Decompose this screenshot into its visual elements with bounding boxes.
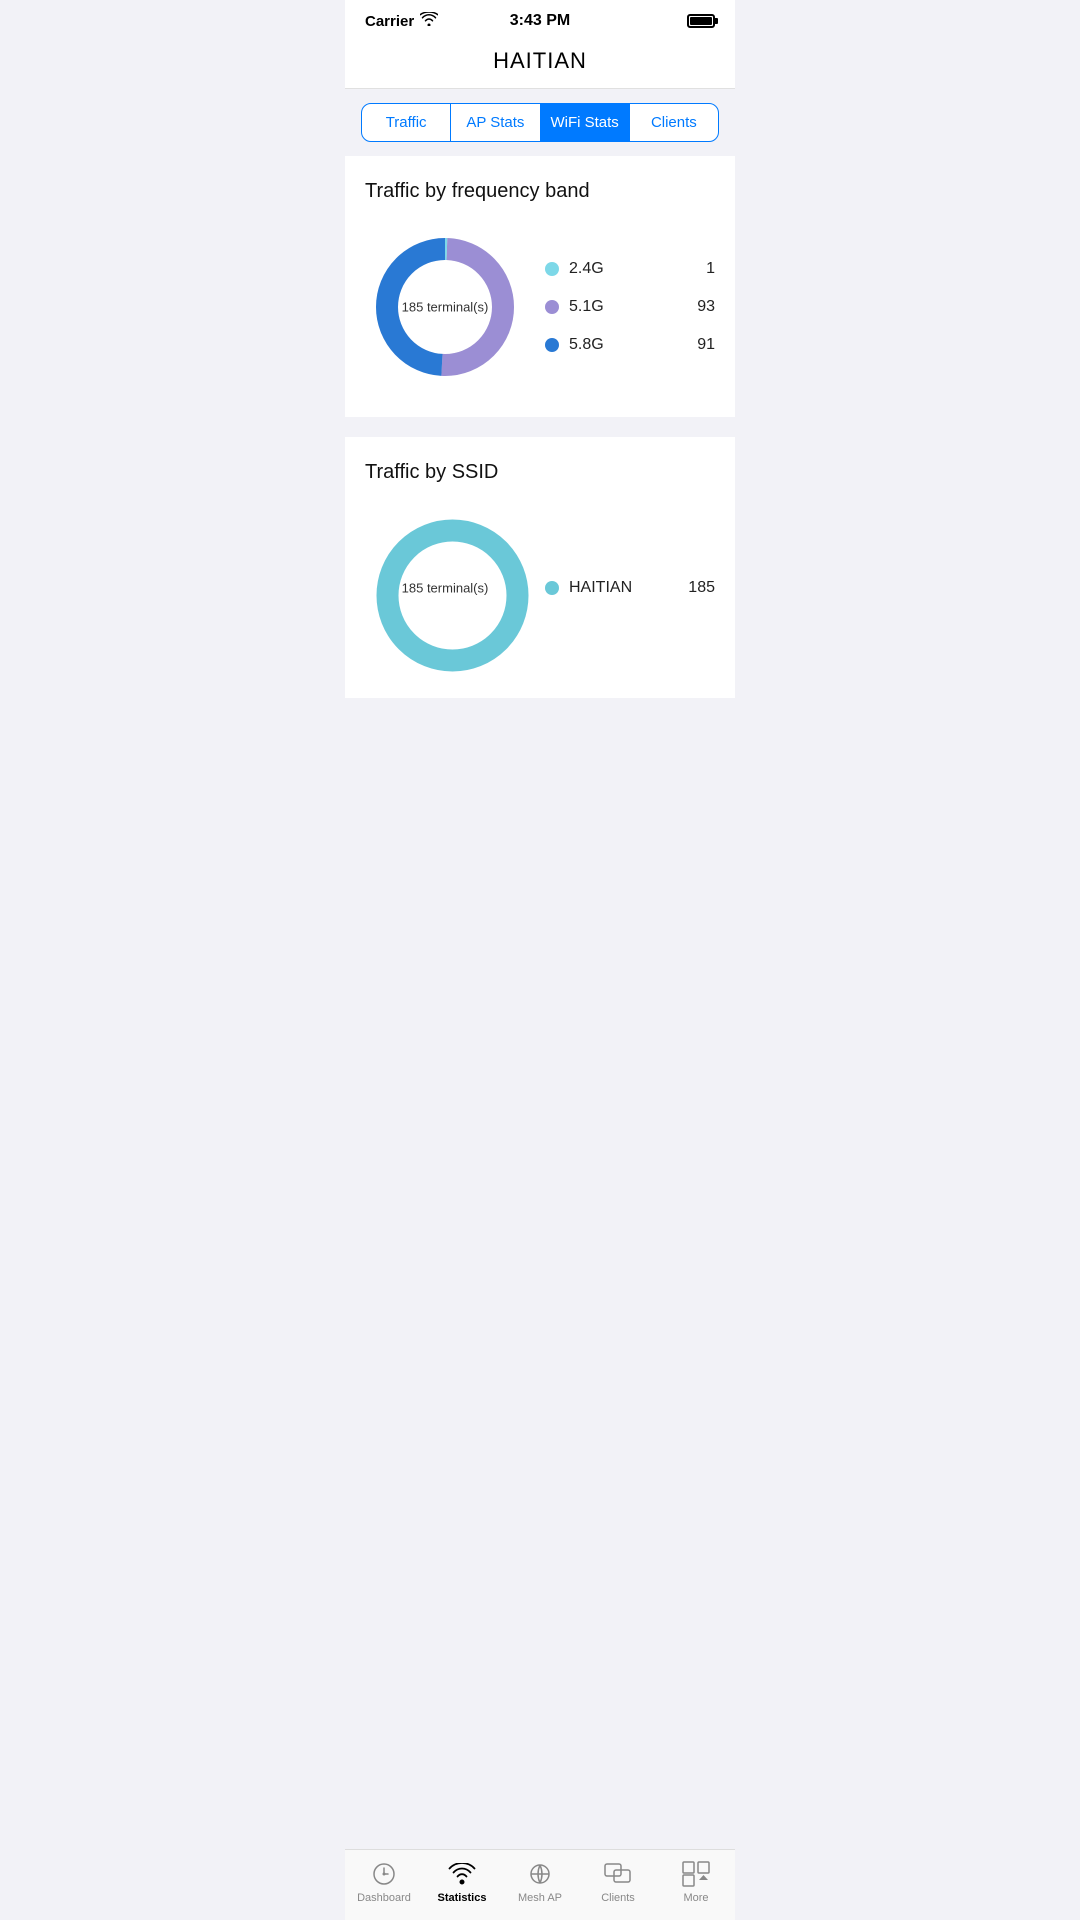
tab-bar: Traffic AP Stats WiFi Stats Clients (345, 89, 735, 156)
nav-clients[interactable]: Clients (588, 1860, 648, 1904)
nav-statistics-label: Statistics (438, 1892, 487, 1904)
statistics-icon (448, 1860, 476, 1888)
nav-statistics[interactable]: Statistics (432, 1860, 492, 1904)
battery-icon (687, 14, 715, 28)
section-divider (345, 427, 735, 437)
legend-item-58g: 5.8G 91 (545, 336, 715, 354)
nav-more-label: More (683, 1892, 708, 1904)
frequency-donut: 185 terminal(s) (365, 227, 525, 387)
tabs-container: Traffic AP Stats WiFi Stats Clients (361, 103, 719, 142)
tab-apstats[interactable]: AP Stats (451, 104, 540, 141)
status-bar: Carrier 3:43 PM (345, 0, 735, 38)
status-time: 3:43 PM (510, 12, 570, 30)
legend-label-58g: 5.8G (569, 336, 604, 354)
legend-dot-24g (545, 262, 559, 276)
legend-label-51g: 5.1G (569, 298, 604, 316)
legend-dot-58g (545, 338, 559, 352)
tab-wifistats[interactable]: WiFi Stats (541, 104, 630, 141)
legend-value-51g: 93 (697, 298, 715, 316)
legend-value-24g: 1 (706, 260, 715, 278)
legend-dot-haitian (545, 581, 559, 595)
nav-dashboard-label: Dashboard (357, 1892, 411, 1904)
frequency-center-label: 185 terminal(s) (402, 300, 489, 315)
nav-dashboard[interactable]: Dashboard (354, 1860, 414, 1904)
ssid-legend: HAITIAN 185 (545, 579, 715, 597)
clients-icon (604, 1860, 632, 1888)
legend-label-haitian: HAITIAN (569, 579, 632, 597)
ssid-center-label: 185 terminal(s) (402, 581, 489, 596)
page-header: HAITIAN (345, 38, 735, 89)
tab-traffic[interactable]: Traffic (362, 104, 451, 141)
legend-dot-51g (545, 300, 559, 314)
ssid-section: Traffic by SSID 185 terminal(s) HAITIAN … (345, 437, 735, 698)
meshap-icon (526, 1860, 554, 1888)
legend-item-24g: 2.4G 1 (545, 260, 715, 278)
legend-value-58g: 91 (697, 336, 715, 354)
legend-item-51g: 5.1G 93 (545, 298, 715, 316)
legend-value-haitian: 185 (688, 579, 715, 597)
more-icon (682, 1860, 710, 1888)
wifi-icon (420, 12, 438, 30)
frequency-title: Traffic by frequency band (365, 180, 715, 203)
nav-meshap-label: Mesh AP (518, 1892, 562, 1904)
carrier-wifi: Carrier (365, 12, 438, 30)
dashboard-icon (370, 1860, 398, 1888)
frequency-chart-container: 185 terminal(s) 2.4G 1 5.1G 93 (365, 227, 715, 387)
nav-more[interactable]: More (666, 1860, 726, 1904)
ssid-title: Traffic by SSID (365, 461, 715, 484)
frequency-section: Traffic by frequency band (345, 156, 735, 417)
legend-label-24g: 2.4G (569, 260, 604, 278)
ssid-chart-container: 185 terminal(s) HAITIAN 185 (365, 508, 715, 668)
bottom-nav: Dashboard Statistics Mesh AP (345, 1849, 735, 1920)
ssid-donut: 185 terminal(s) (365, 508, 525, 668)
nav-meshap[interactable]: Mesh AP (510, 1860, 570, 1904)
tab-clients[interactable]: Clients (630, 104, 718, 141)
carrier-label: Carrier (365, 13, 414, 30)
nav-clients-label: Clients (601, 1892, 635, 1904)
frequency-legend: 2.4G 1 5.1G 93 5.8G 91 (545, 260, 715, 354)
page-title: HAITIAN (493, 48, 587, 73)
legend-item-haitian: HAITIAN 185 (545, 579, 715, 597)
